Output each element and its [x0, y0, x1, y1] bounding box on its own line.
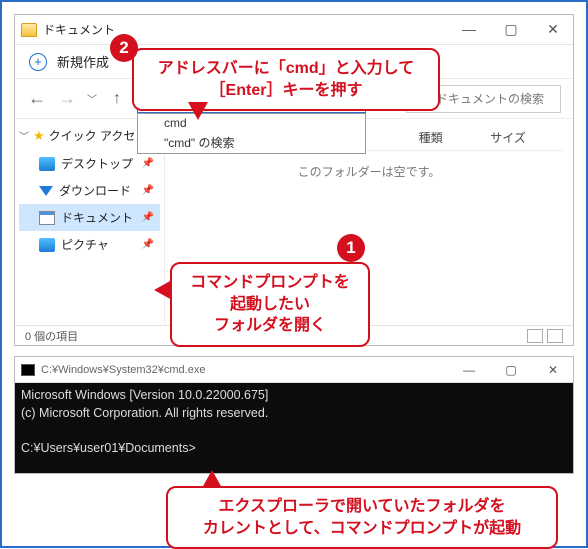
callout-2-pointer	[188, 102, 208, 120]
window-title: ドキュメント	[43, 21, 115, 38]
pin-icon: 📌	[142, 212, 154, 223]
pin-icon: 📌	[142, 239, 154, 250]
address-suggestions: cmd "cmd" の検索	[137, 113, 366, 154]
desktop-icon	[39, 157, 55, 171]
quick-access-label: クイック アクセス	[49, 127, 148, 144]
maximize-button[interactable]: ▢	[497, 363, 525, 377]
callout-3: エクスプローラで開いていたフォルダを カレントとして、コマンドプロンプトが起動	[166, 486, 558, 549]
sidebar-item-label: ダウンロード	[59, 182, 131, 199]
callout-3-pointer	[202, 470, 222, 488]
folder-icon	[21, 23, 37, 37]
cmd-line: Microsoft Windows [Version 10.0.22000.67…	[21, 388, 268, 402]
badge-2: 2	[110, 34, 138, 62]
nav-back[interactable]: ←	[27, 88, 47, 109]
sidebar-item-label: ドキュメント	[61, 209, 133, 226]
new-icon[interactable]: +	[29, 53, 47, 71]
cmd-icon	[21, 364, 35, 376]
pin-icon: 📌	[142, 158, 154, 169]
maximize-button[interactable]: ▢	[497, 21, 525, 38]
minimize-button[interactable]: —	[455, 21, 483, 38]
sidebar-item-downloads[interactable]: ダウンロード 📌	[19, 177, 160, 204]
cmd-line: (c) Microsoft Corporation. All rights re…	[21, 406, 268, 420]
cmd-title-text: C:¥Windows¥System32¥cmd.exe	[41, 364, 205, 376]
callout-2: アドレスバーに「cmd」と入力して ［Enter］キーを押す	[132, 48, 440, 111]
col-size[interactable]: サイズ	[482, 125, 563, 150]
col-type[interactable]: 種類	[411, 125, 483, 150]
close-button[interactable]	[539, 21, 567, 38]
nav-up[interactable]: ↑	[107, 90, 127, 108]
badge-1: 1	[337, 234, 365, 262]
search-placeholder: ドキュメントの検索	[436, 90, 544, 107]
document-icon	[39, 211, 55, 225]
suggestion-item[interactable]: cmd	[138, 114, 365, 132]
chevron-down-icon: ﹀	[19, 128, 29, 143]
suggestion-item[interactable]: "cmd" の検索	[138, 132, 365, 153]
sidebar-item-label: ピクチャ	[61, 236, 109, 253]
cmd-prompt: C:¥Users¥user01¥Documents>	[21, 441, 196, 455]
star-icon: ★	[33, 128, 45, 144]
minimize-button[interactable]: —	[455, 363, 483, 377]
sidebar-item-pictures[interactable]: ピクチャ 📌	[19, 231, 160, 258]
explorer-titlebar: ドキュメント — ▢	[15, 15, 573, 45]
nav-history-icon[interactable]: ﹀	[87, 91, 97, 106]
cmd-output[interactable]: Microsoft Windows [Version 10.0.22000.67…	[15, 383, 573, 473]
view-thumbnails-icon[interactable]	[547, 329, 563, 343]
picture-icon	[39, 238, 55, 252]
sidebar-item-desktop[interactable]: デスクトップ 📌	[19, 150, 160, 177]
callout-1-pointer	[154, 280, 172, 300]
callout-1: コマンドプロンプトを 起動したい フォルダを開く	[170, 262, 370, 347]
new-button-label[interactable]: 新規作成	[57, 52, 109, 71]
sidebar-item-documents[interactable]: ドキュメント 📌	[19, 204, 160, 231]
cmd-titlebar: C:¥Windows¥System32¥cmd.exe — ▢	[15, 357, 573, 383]
close-button[interactable]	[539, 363, 567, 377]
pin-icon: 📌	[142, 185, 154, 196]
status-text: 0 個の項目	[25, 328, 78, 344]
window-controls: — ▢	[455, 363, 567, 377]
empty-folder-text: このフォルダーは空です。	[175, 163, 563, 180]
download-icon	[39, 186, 53, 196]
cmd-window: C:¥Windows¥System32¥cmd.exe — ▢ Microsof…	[14, 356, 574, 474]
sidebar-item-label: デスクトップ	[61, 155, 133, 172]
view-details-icon[interactable]	[527, 329, 543, 343]
nav-forward[interactable]: →	[57, 88, 77, 109]
window-controls: — ▢	[455, 21, 567, 38]
